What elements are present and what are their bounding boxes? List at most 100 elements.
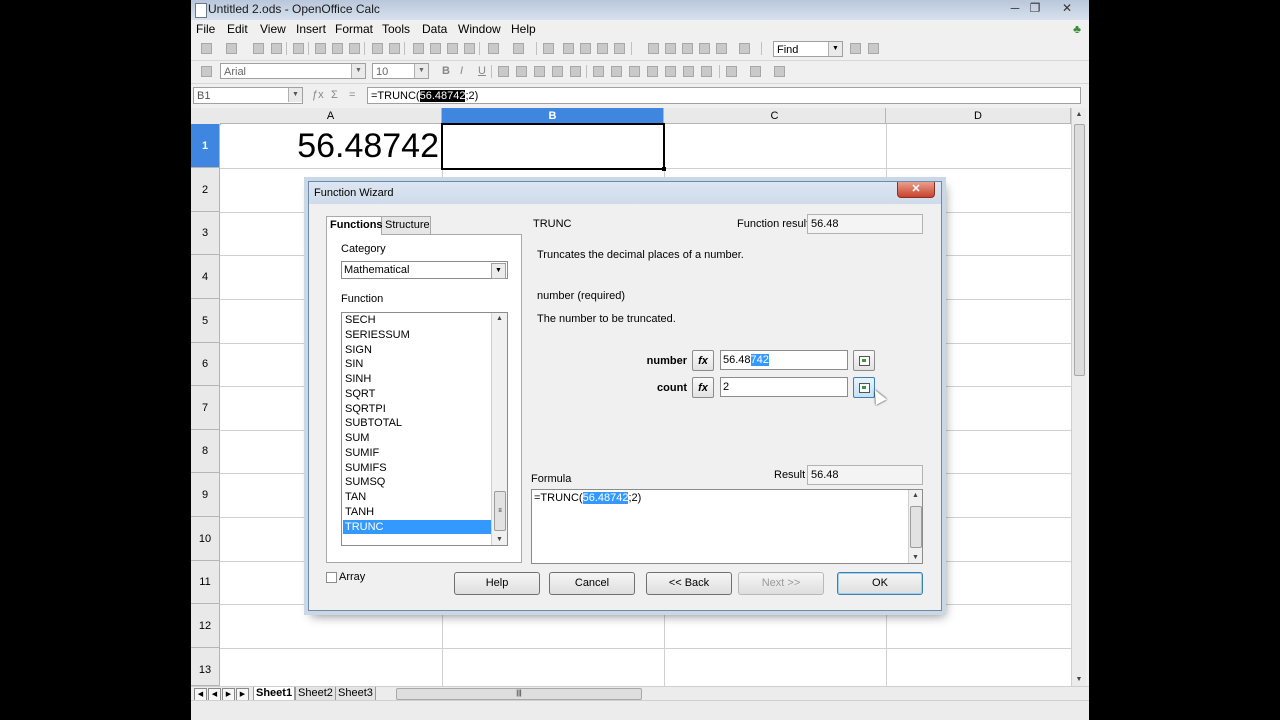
chevron-down-icon[interactable]: ▼ [351,64,365,78]
decrease-indent-icon[interactable] [683,66,694,77]
sheet-tab-sheet1[interactable]: Sheet1 [253,687,296,701]
menu-help[interactable]: Help [511,22,536,36]
pivot-table-icon[interactable] [614,43,625,54]
function-item-subtotal[interactable]: SUBTOTAL [343,416,492,430]
maximize-button[interactable]: ❐ [1023,0,1047,17]
export-pdf-icon[interactable] [315,43,326,54]
function-item-sinh[interactable]: SINH [343,372,492,386]
function-item-sech[interactable]: SECH [343,313,492,327]
help-icon[interactable] [739,43,750,54]
save-icon[interactable] [253,43,264,54]
horizontal-scrollbar[interactable]: ||| [386,688,1056,700]
menu-format[interactable]: Format [335,22,373,36]
justify-icon[interactable] [552,66,563,77]
function-item-sum[interactable]: SUM [343,431,492,445]
print-icon[interactable] [332,43,343,54]
paste-icon[interactable] [447,43,458,54]
category-select[interactable]: Mathematical ▼ [341,261,508,279]
column-header-d[interactable]: D [886,108,1071,124]
delete-decimal-icon[interactable] [665,66,676,77]
formula-editor-scroll-thumb[interactable] [910,506,922,548]
horizontal-scroll-thumb[interactable]: ||| [396,688,642,700]
function-item-sqrtpi[interactable]: SQRTPI [343,402,492,416]
vertical-scrollbar[interactable]: ▲ ▼ [1071,108,1086,686]
close-window-button[interactable]: ✕ [1055,0,1079,17]
copy-icon[interactable] [430,43,441,54]
percent-format-icon[interactable] [611,66,622,77]
standard-format-icon[interactable] [629,66,640,77]
menu-tools[interactable]: Tools [382,22,410,36]
scroll-down-icon[interactable]: ▼ [492,536,507,543]
fill-handle[interactable] [662,167,666,171]
align-center-icon[interactable] [516,66,527,77]
chevron-down-icon[interactable]: ▼ [288,88,302,102]
menu-window[interactable]: Window [458,22,501,36]
row-header-2[interactable]: 2 [191,168,220,212]
format-paintbrush-icon[interactable] [464,43,475,54]
undo-icon[interactable] [488,43,499,54]
fx-icon[interactable]: fx [692,377,714,398]
select-all-corner[interactable] [191,108,221,125]
row-header-3[interactable]: 3 [191,212,220,255]
menu-data[interactable]: Data [422,22,447,36]
font-color-icon[interactable] [774,66,785,77]
zoom-icon[interactable] [716,43,727,54]
function-item-sumifs[interactable]: SUMIFS [343,461,492,475]
data-sources-icon[interactable] [699,43,710,54]
hyperlink-icon[interactable] [543,43,554,54]
sheet-tab-sheet2[interactable]: Sheet2 [295,687,336,701]
find-next-icon[interactable] [850,43,861,54]
autospell-icon[interactable] [389,43,400,54]
scroll-down-icon[interactable]: ▼ [909,554,922,561]
sum-icon[interactable]: Σ [331,89,338,101]
align-left-icon[interactable] [498,66,509,77]
function-icon[interactable]: = [349,89,355,101]
ok-button[interactable]: OK [837,572,923,595]
underline-icon[interactable]: U [478,65,486,77]
chevron-down-icon[interactable]: ▼ [414,64,428,78]
increase-indent-icon[interactable] [701,66,712,77]
shrink-dialog-icon[interactable] [853,350,875,371]
find-replace-icon[interactable] [648,43,659,54]
sheet-tab-sheet3[interactable]: Sheet3 [335,687,376,701]
spellcheck-icon[interactable] [372,43,383,54]
sort-descending-icon[interactable] [580,43,591,54]
row-header-8[interactable]: 8 [191,430,220,473]
function-item-sqrt[interactable]: SQRT [343,387,492,401]
scroll-up-icon[interactable]: ▲ [492,315,507,322]
row-header-9[interactable]: 9 [191,473,220,517]
array-checkbox[interactable] [326,572,337,583]
find-previous-icon[interactable] [868,43,879,54]
borders-icon[interactable] [726,66,737,77]
email-icon[interactable] [271,43,282,54]
row-header-1[interactable]: 1 [191,124,220,168]
scroll-up-icon[interactable]: ▲ [909,492,922,499]
cell-b1-cursor[interactable] [441,123,666,171]
open-icon[interactable] [226,43,237,54]
fx-icon[interactable]: fx [692,350,714,371]
chevron-down-icon[interactable]: ▼ [491,263,506,279]
formula-input[interactable]: =TRUNC(56.48742;2) [367,87,1081,104]
navigator-icon[interactable] [665,43,676,54]
edit-file-icon[interactable] [293,43,304,54]
font-size-box[interactable]: 10 ▼ [372,63,429,79]
row-header-12[interactable]: 12 [191,604,220,648]
formula-editor[interactable]: =TRUNC(56.48742;2) ▲ ▼ [531,489,923,564]
add-decimal-icon[interactable] [647,66,658,77]
align-right-icon[interactable] [534,66,545,77]
row-header-13[interactable]: 13 [191,648,220,686]
currency-format-icon[interactable] [593,66,604,77]
function-item-tanh[interactable]: TANH [343,505,492,519]
next-button[interactable]: Next >> [738,572,824,595]
cut-icon[interactable] [413,43,424,54]
function-item-sumsq[interactable]: SUMSQ [343,475,492,489]
bold-icon[interactable]: B [442,65,450,77]
row-header-7[interactable]: 7 [191,386,220,430]
gallery-icon[interactable] [682,43,693,54]
tab-structure[interactable]: Structure [381,216,431,234]
vertical-scroll-thumb[interactable] [1074,124,1085,376]
row-header-10[interactable]: 10 [191,517,220,561]
tab-functions[interactable]: Functions [326,216,383,235]
scroll-up-icon[interactable]: ▲ [1072,111,1086,118]
new-icon[interactable] [201,43,212,54]
